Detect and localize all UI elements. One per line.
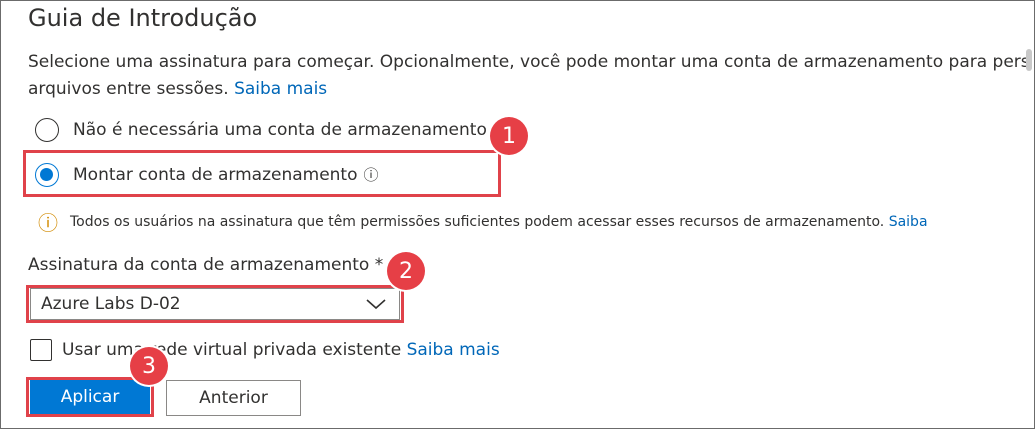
storage-notice: ⓘ Todos os usuários na assinatura que tê… — [38, 207, 1030, 236]
required-mark: * — [374, 255, 384, 275]
highlight-box-apply — [26, 377, 154, 417]
description-line-1: Selecione uma assinatura para começar. O… — [28, 52, 1028, 72]
notice-learn-more-link[interactable]: Saiba — [889, 214, 928, 230]
radio-no-storage[interactable]: Não é necessária uma conta de armazename… — [35, 116, 487, 144]
vnet-learn-more-link[interactable]: Saiba mais — [407, 340, 500, 360]
scrollbar[interactable] — [1024, 49, 1034, 239]
radio-no-storage-label: Não é necessária uma conta de armazename… — [73, 120, 487, 140]
vnet-checkbox[interactable] — [30, 339, 52, 361]
previous-button[interactable]: Anterior — [166, 380, 301, 416]
scrollbar-thumb[interactable] — [1026, 49, 1032, 71]
description-line-2-text: arquivos entre sessões. — [28, 79, 229, 99]
step-badge-2: 2 — [387, 252, 425, 290]
highlight-box-subscription — [26, 285, 404, 323]
learn-more-link[interactable]: Saiba mais — [234, 79, 327, 99]
vnet-checkbox-row[interactable]: Usar uma rede virtual privada existente … — [30, 339, 500, 361]
warning-info-icon: ⓘ — [38, 211, 58, 235]
description-line-2: arquivos entre sessões. Saiba mais — [28, 76, 1028, 103]
subscription-label: Assinatura da conta de armazenamento * — [28, 255, 383, 275]
page-title: Guia de Introdução — [28, 4, 258, 32]
step-badge-3: 3 — [130, 347, 168, 385]
step-badge-1: 1 — [490, 117, 528, 155]
description: Selecione uma assinatura para começar. O… — [28, 49, 1028, 103]
radio-no-storage-circle[interactable] — [35, 118, 59, 142]
vnet-label: Usar uma rede virtual privada existente — [62, 340, 402, 360]
subscription-label-text: Assinatura da conta de armazenamento — [28, 255, 370, 275]
highlight-box-mount-storage — [23, 150, 501, 197]
notice-text: Todos os usuários na assinatura que têm … — [70, 213, 885, 230]
